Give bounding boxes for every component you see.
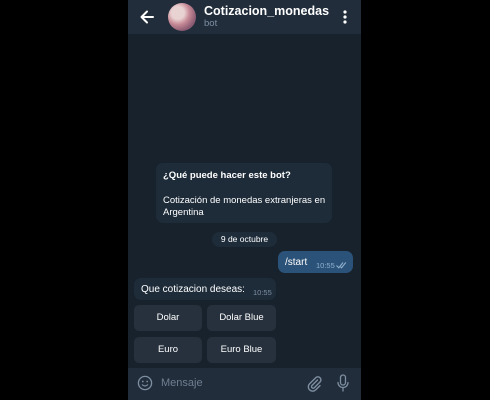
bot-info-text: Cotización de monedas extranjeras en Arg… <box>163 195 326 218</box>
outgoing-message-text: /start <box>285 257 308 268</box>
keyboard-button-dolar-blue[interactable]: Dolar Blue <box>207 305 276 331</box>
date-separator: 9 de octubre <box>212 232 277 247</box>
bot-info-title: ¿Qué puede hacer este bot? <box>163 170 291 181</box>
keyboard-button-euro-blue[interactable]: Euro Blue <box>207 337 276 363</box>
keyboard-button-dolar[interactable]: Dolar <box>134 305 202 331</box>
back-arrow-icon[interactable] <box>138 8 156 26</box>
incoming-message-time: 10:55 <box>253 288 272 297</box>
chat-title[interactable]: Cotizacion_monedas <box>204 4 329 18</box>
keyboard-button-euro[interactable]: Euro <box>134 337 202 363</box>
incoming-message-text: Que cotizacion deseas: <box>141 284 245 295</box>
more-vertical-icon[interactable] <box>338 9 352 25</box>
bot-info-bubble: ¿Qué puede hacer este bot? Cotización de… <box>156 163 332 223</box>
microphone-icon[interactable] <box>336 374 350 392</box>
chat-header: Cotizacion_monedas bot <box>128 0 361 34</box>
message-input-bar: Mensaje <box>128 368 361 400</box>
emoji-icon[interactable] <box>137 375 153 391</box>
bot-avatar[interactable] <box>168 3 196 31</box>
attach-icon[interactable] <box>306 375 322 392</box>
chat-subtitle: bot <box>204 18 218 29</box>
message-input[interactable]: Mensaje <box>161 377 203 389</box>
double-check-icon <box>336 262 347 269</box>
outgoing-message[interactable]: /start 10:55 <box>278 251 353 273</box>
outgoing-message-time: 10:55 <box>316 261 335 270</box>
incoming-message[interactable]: Que cotizacion deseas: 10:55 <box>134 278 276 300</box>
chat-screen: Cotizacion_monedas bot ¿Qué puede hacer … <box>128 0 361 400</box>
